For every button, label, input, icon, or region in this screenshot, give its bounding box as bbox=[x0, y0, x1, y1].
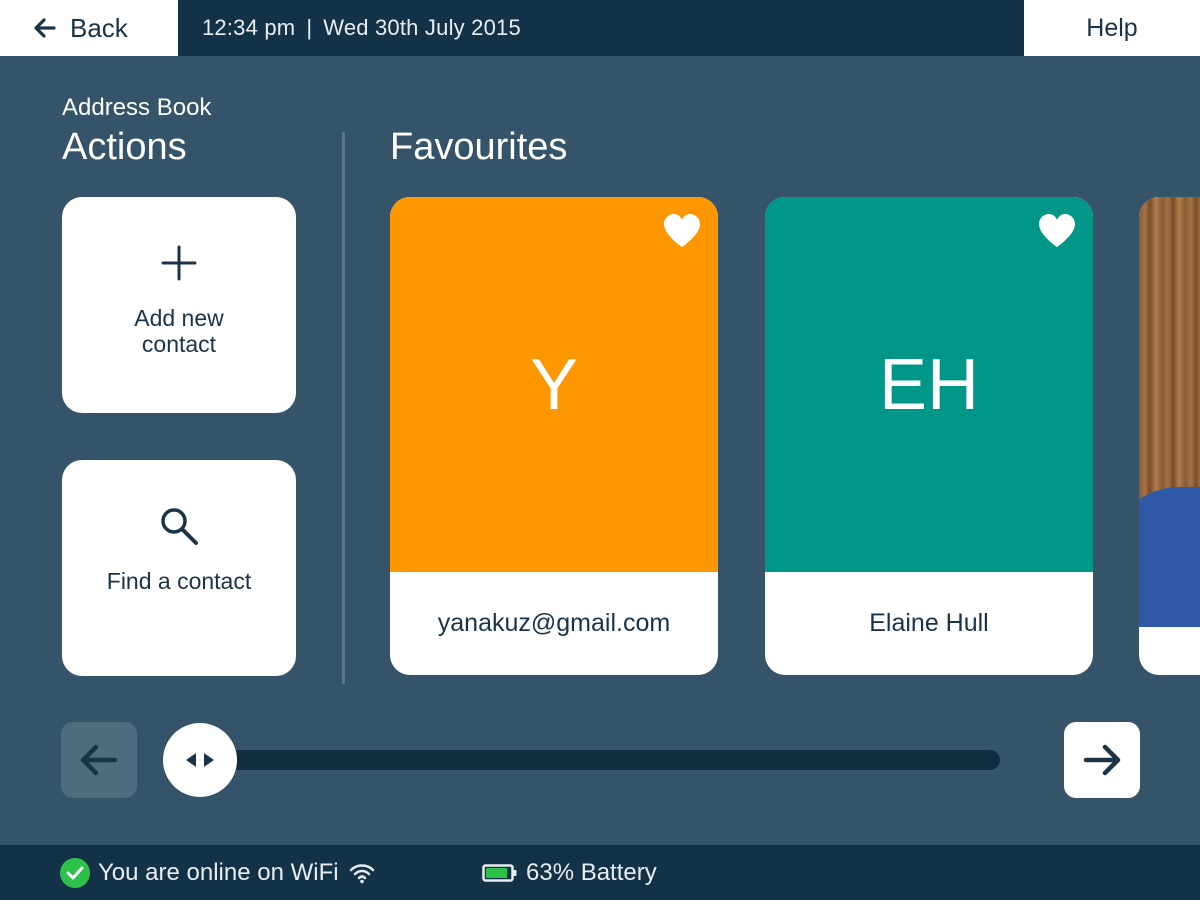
connection-status: You are online on WiFi bbox=[60, 845, 375, 900]
section-kicker: Address Book bbox=[62, 94, 212, 121]
help-button[interactable]: Help bbox=[1024, 0, 1200, 56]
favourite-card[interactable]: Y yanakuz@gmail.com bbox=[390, 197, 718, 675]
actions-heading: Actions bbox=[62, 126, 187, 168]
next-button[interactable] bbox=[1064, 722, 1140, 798]
heart-icon[interactable] bbox=[662, 213, 702, 254]
add-contact-label: Add new contact bbox=[134, 305, 224, 357]
contact-name: Elaine Hull bbox=[869, 609, 989, 637]
find-contact-label: Find a contact bbox=[106, 568, 252, 594]
back-button[interactable]: Back bbox=[0, 0, 178, 56]
back-label: Back bbox=[70, 12, 128, 43]
add-contact-button[interactable]: Add new contact bbox=[62, 197, 296, 413]
favourite-card-partial[interactable] bbox=[1139, 197, 1200, 675]
drag-handle-icon bbox=[186, 753, 214, 767]
connection-text: You are online on WiFi bbox=[98, 858, 339, 886]
heart-icon[interactable] bbox=[1037, 213, 1077, 254]
wifi-icon bbox=[349, 863, 374, 883]
contact-name bbox=[1139, 572, 1200, 675]
favourites-heading: Favourites bbox=[390, 126, 568, 168]
plus-icon bbox=[161, 243, 197, 283]
arrow-right-icon bbox=[1083, 744, 1121, 776]
battery-text: 63% Battery bbox=[526, 858, 657, 886]
contact-name: yanakuz@gmail.com bbox=[437, 609, 671, 637]
previous-button[interactable] bbox=[61, 722, 137, 798]
divider bbox=[342, 132, 345, 684]
search-icon bbox=[157, 506, 201, 546]
battery-status: 63% Battery bbox=[482, 845, 657, 900]
check-circle-icon bbox=[60, 857, 90, 888]
arrow-left-icon bbox=[34, 18, 56, 38]
favourite-card[interactable]: EH Elaine Hull bbox=[765, 197, 1093, 675]
date-text: Wed 30th July 2015 bbox=[323, 15, 521, 40]
top-bar: Back 12:34 pm | Wed 30th July 2015 Help bbox=[0, 0, 1200, 56]
date-time: 12:34 pm | Wed 30th July 2015 bbox=[202, 0, 521, 56]
scroll-thumb[interactable] bbox=[163, 723, 237, 797]
arrow-left-icon bbox=[80, 744, 118, 776]
battery-icon bbox=[482, 863, 517, 882]
carousel-scrollbar[interactable] bbox=[190, 750, 1000, 770]
find-contact-button[interactable]: Find a contact bbox=[62, 460, 296, 676]
status-bar: You are online on WiFi 63% Battery bbox=[0, 845, 1200, 900]
contact-photo bbox=[1139, 197, 1200, 627]
time-date-separator: | bbox=[306, 15, 313, 40]
time-text: 12:34 pm bbox=[202, 15, 296, 40]
